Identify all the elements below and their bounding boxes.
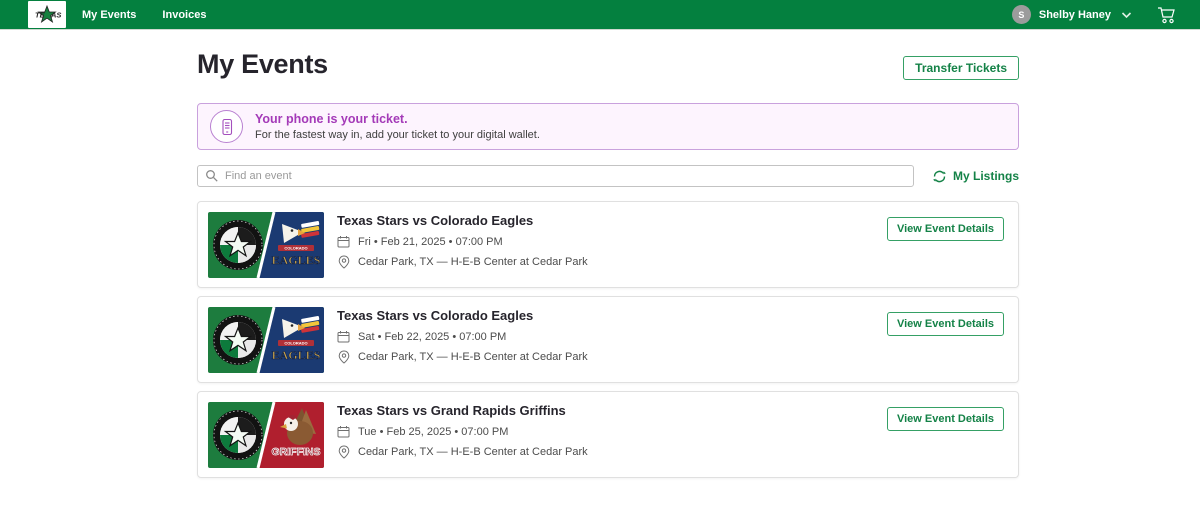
event-card[interactable]: GRIFFINS Texas Stars vs Grand Rapids Gri… bbox=[197, 391, 1019, 478]
page-header: My Events Transfer Tickets bbox=[197, 49, 1019, 80]
banner-subtitle: For the fastest way in, add your ticket … bbox=[255, 129, 540, 141]
event-datetime: Sat • Feb 22, 2025 • 07:00 PM bbox=[358, 331, 506, 343]
search-input[interactable] bbox=[197, 165, 914, 187]
event-datetime: Tue • Feb 25, 2025 • 07:00 PM bbox=[358, 426, 508, 438]
svg-text:GRIFFINS: GRIFFINS bbox=[272, 446, 321, 458]
event-card[interactable]: COLORADO EAGLES Texas Stars vs Colorado … bbox=[197, 201, 1019, 288]
refresh-icon bbox=[932, 169, 947, 184]
event-datetime-row: Sat • Feb 22, 2025 • 07:00 PM bbox=[337, 330, 588, 343]
digital-wallet-banner: Your phone is your ticket. For the faste… bbox=[197, 103, 1019, 150]
banner-title: Your phone is your ticket. bbox=[255, 112, 540, 126]
transfer-tickets-button[interactable]: Transfer Tickets bbox=[903, 56, 1019, 80]
search-icon bbox=[205, 169, 219, 188]
user-name[interactable]: Shelby Haney bbox=[1039, 9, 1111, 21]
svg-text:EAGLES: EAGLES bbox=[272, 253, 321, 267]
view-event-details-button[interactable]: View Event Details bbox=[887, 312, 1004, 336]
top-navbar: TE AS My Events Invoices S Shelby Haney bbox=[0, 0, 1200, 30]
calendar-icon bbox=[337, 235, 350, 248]
banner-text: Your phone is your ticket. For the faste… bbox=[255, 112, 540, 141]
svg-text:COLORADO: COLORADO bbox=[284, 341, 307, 346]
event-thumbnail-stars-vs-griffins: GRIFFINS bbox=[208, 402, 324, 468]
texas-stars-wordmark-icon: TE AS bbox=[30, 3, 64, 26]
navbar-right: S Shelby Haney bbox=[1012, 5, 1178, 25]
texas-stars-logo[interactable]: TE AS bbox=[28, 1, 66, 28]
event-title[interactable]: Texas Stars vs Colorado Eagles bbox=[337, 308, 588, 323]
texas-stars-roundel bbox=[213, 220, 263, 270]
event-info: Texas Stars vs Colorado Eagles Fri • Feb… bbox=[337, 212, 588, 277]
phone-ticket-icon bbox=[210, 110, 243, 143]
location-pin-icon bbox=[337, 350, 350, 364]
event-datetime: Fri • Feb 21, 2025 • 07:00 PM bbox=[358, 236, 503, 248]
event-title[interactable]: Texas Stars vs Colorado Eagles bbox=[337, 213, 588, 228]
event-location: Cedar Park, TX — H-E-B Center at Cedar P… bbox=[358, 446, 588, 458]
my-listings-link[interactable]: My Listings bbox=[932, 169, 1019, 184]
page-title: My Events bbox=[197, 49, 328, 80]
my-listings-label: My Listings bbox=[953, 169, 1019, 183]
nav-link-invoices[interactable]: Invoices bbox=[162, 9, 206, 21]
event-thumbnail-stars-vs-eagles: COLORADO EAGLES bbox=[208, 212, 324, 278]
location-pin-icon bbox=[337, 445, 350, 459]
texas-stars-roundel bbox=[213, 315, 263, 365]
svg-text:EAGLES: EAGLES bbox=[272, 348, 321, 362]
event-location-row: Cedar Park, TX — H-E-B Center at Cedar P… bbox=[337, 350, 588, 364]
event-thumbnail-stars-vs-eagles: COLORADO EAGLES bbox=[208, 307, 324, 373]
event-title[interactable]: Texas Stars vs Grand Rapids Griffins bbox=[337, 403, 588, 418]
texas-stars-roundel bbox=[213, 410, 263, 460]
avatar[interactable]: S bbox=[1012, 5, 1031, 24]
event-location: Cedar Park, TX — H-E-B Center at Cedar P… bbox=[358, 256, 588, 268]
view-event-details-button[interactable]: View Event Details bbox=[887, 407, 1004, 431]
view-event-details-button[interactable]: View Event Details bbox=[887, 217, 1004, 241]
svg-text:AS: AS bbox=[50, 11, 61, 20]
event-info: Texas Stars vs Colorado Eagles Sat • Feb… bbox=[337, 307, 588, 372]
svg-text:COLORADO: COLORADO bbox=[284, 246, 307, 251]
svg-text:TE: TE bbox=[35, 11, 46, 20]
event-info: Texas Stars vs Grand Rapids Griffins Tue… bbox=[337, 402, 588, 467]
location-pin-icon bbox=[337, 255, 350, 269]
event-datetime-row: Tue • Feb 25, 2025 • 07:00 PM bbox=[337, 425, 588, 438]
main-content: My Events Transfer Tickets Your phone is… bbox=[197, 49, 1019, 478]
event-location-row: Cedar Park, TX — H-E-B Center at Cedar P… bbox=[337, 255, 588, 269]
event-location: Cedar Park, TX — H-E-B Center at Cedar P… bbox=[358, 351, 588, 363]
event-card[interactable]: COLORADO EAGLES Texas Stars vs Colorado … bbox=[197, 296, 1019, 383]
event-datetime-row: Fri • Feb 21, 2025 • 07:00 PM bbox=[337, 235, 588, 248]
nav-links: My Events Invoices bbox=[82, 9, 206, 21]
cart-icon[interactable] bbox=[1156, 5, 1178, 25]
search-wrap bbox=[197, 165, 914, 187]
event-location-row: Cedar Park, TX — H-E-B Center at Cedar P… bbox=[337, 445, 588, 459]
nav-link-my-events[interactable]: My Events bbox=[82, 9, 136, 21]
calendar-icon bbox=[337, 330, 350, 343]
events-list: COLORADO EAGLES Texas Stars vs Colorado … bbox=[197, 201, 1019, 478]
calendar-icon bbox=[337, 425, 350, 438]
chevron-down-icon[interactable] bbox=[1121, 11, 1132, 19]
search-row: My Listings bbox=[197, 165, 1019, 187]
